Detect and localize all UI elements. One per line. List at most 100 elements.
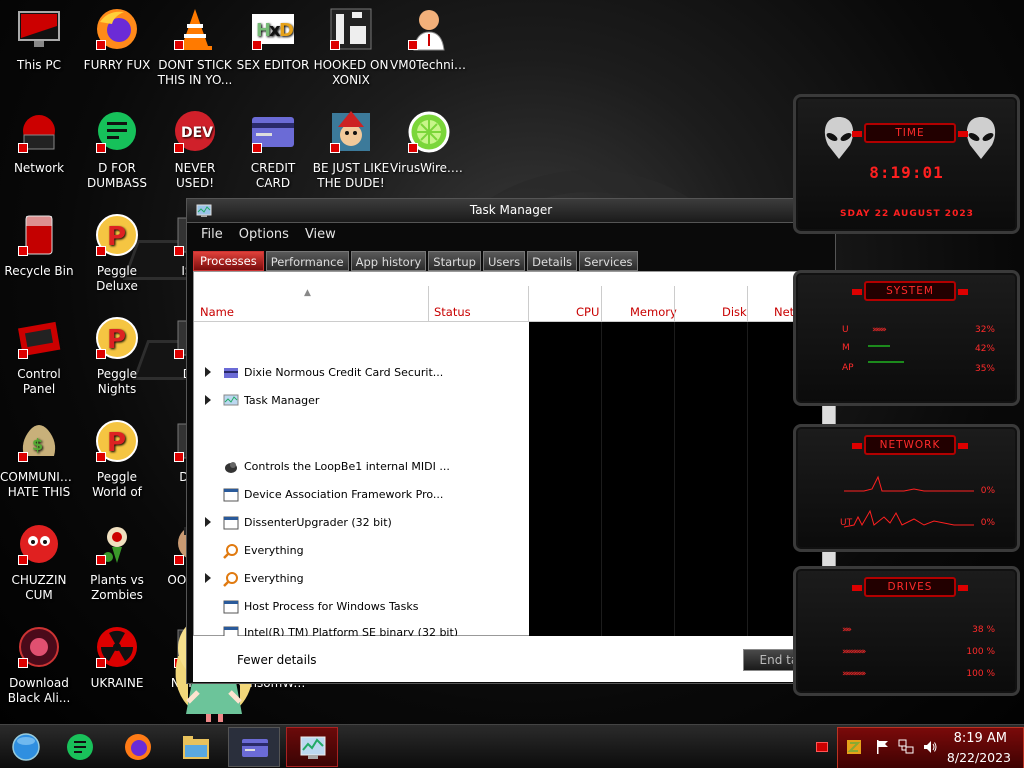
taskbar-firefox[interactable] [112, 727, 164, 767]
column-status[interactable]: Status [434, 305, 471, 319]
time-gadget[interactable]: TIME 8:19:01 SDAY 22 AUGUST 2023 [793, 94, 1020, 234]
taskbar-credit-card-checker[interactable] [228, 727, 280, 767]
mem-bar [868, 345, 890, 347]
grid-line [601, 322, 602, 636]
desktop-icon[interactable]: P Peggle Deluxe [78, 212, 156, 294]
volume-icon[interactable] [922, 739, 938, 755]
tab-services[interactable]: Services [579, 251, 638, 271]
task-manager-window[interactable]: Task Manager File Options View Processes… [186, 198, 836, 684]
menu-options[interactable]: Options [231, 225, 297, 245]
drives-gadget[interactable]: DRIVES ››››› ›››››››››››››› ››››››››››››… [793, 566, 1020, 696]
process-name: DissenterUpgrader (32 bit) [244, 516, 392, 529]
desktop-icon-label: VirusWire.exe [390, 161, 468, 175]
taskbar-file-explorer[interactable] [170, 727, 222, 767]
desktop-icon[interactable]: Recycle Bin [0, 212, 78, 279]
taskbar-discord[interactable] [54, 727, 106, 767]
column-separator[interactable] [674, 286, 675, 322]
expand-arrow-icon[interactable] [205, 367, 211, 377]
svg-text:$: $ [32, 435, 43, 454]
desktop-icon[interactable]: DEV NEVER USED! [156, 109, 234, 191]
desktop-icon[interactable]: $ COMMUNISTS HATE THIS G... [0, 418, 78, 500]
menu-view[interactable]: View [297, 225, 344, 245]
desktop-icon-label: D FOR DUMBASS [86, 161, 148, 190]
column-separator[interactable] [528, 286, 529, 322]
shortcut-arrow-icon [96, 452, 106, 462]
start-button[interactable] [0, 727, 52, 767]
tab-details[interactable]: Details [527, 251, 578, 271]
footer-bar: Fewer details End task [193, 636, 836, 682]
tray-app-icon[interactable] [846, 739, 862, 755]
process-row[interactable]: Device Association Framework Pro... [194, 484, 529, 506]
process-row[interactable]: Intel(R) TM) Platform SE binary (32 bit) [194, 622, 529, 636]
tab-performance[interactable]: Performance [265, 251, 349, 271]
swap-label: AP [842, 363, 854, 373]
menu-file[interactable]: File [193, 225, 231, 245]
network-icon[interactable] [898, 739, 914, 755]
shortcut-arrow-icon [18, 555, 28, 565]
process-row[interactable]: Controls the LoopBe1 internal MIDI ... [194, 456, 529, 478]
network-gadget[interactable]: NETWORK UT 0% 0% [793, 424, 1020, 552]
shortcut-arrow-icon [174, 246, 184, 256]
taskbar-task-manager[interactable] [286, 727, 338, 767]
desktop-icon[interactable]: CREDIT CARD CHECKER [234, 109, 312, 191]
tab-processes[interactable]: Processes [193, 251, 264, 271]
fewer-details-link[interactable]: Fewer details [237, 653, 317, 667]
show-hidden-icons-icon[interactable] [816, 742, 828, 752]
process-row[interactable]: Dixie Normous Credit Card Securit... [194, 362, 529, 384]
desktop-icon[interactable]: This PC [0, 6, 78, 73]
shortcut-arrow-icon [96, 246, 106, 256]
tab-startup[interactable]: Startup [428, 251, 481, 271]
process-row[interactable]: DissenterUpgrader (32 bit) [194, 512, 529, 534]
column-separator[interactable] [601, 286, 602, 322]
desktop-icon[interactable]: Control Panel [0, 315, 78, 397]
column-separator[interactable] [747, 286, 748, 322]
svg-text:D: D [279, 20, 294, 41]
process-row[interactable]: Everything [194, 568, 529, 590]
column-cpu[interactable]: CPU [576, 305, 599, 319]
shortcut-arrow-icon [18, 246, 28, 256]
process-row[interactable]: Task Manager [194, 390, 529, 412]
desktop-icon[interactable]: CHUZZIN CUM [0, 521, 78, 603]
tab-app-history[interactable]: App history [350, 251, 427, 271]
column-separator[interactable] [428, 286, 429, 322]
desktop-icon[interactable]: BE JUST LIKE THE DUDE! [312, 109, 390, 191]
expand-arrow-icon[interactable] [205, 517, 211, 527]
expand-arrow-icon[interactable] [205, 395, 211, 405]
desktop-icon[interactable]: VirusWire.exe [390, 109, 468, 176]
network-graph [844, 475, 974, 528]
desktop-icon[interactable]: Download Black Ali... [0, 624, 78, 706]
desktop-icon[interactable]: D FOR DUMBASS [78, 109, 156, 191]
desktop-icon[interactable]: DONT STICK THIS IN YO... [156, 6, 234, 88]
shortcut-arrow-icon [96, 40, 106, 50]
tab-users[interactable]: Users [482, 251, 526, 271]
column-disk[interactable]: Disk [722, 305, 747, 319]
shortcut-arrow-icon [18, 143, 28, 153]
taskbar-clock-time[interactable]: 8:19 AM [954, 731, 1007, 746]
system-gadget[interactable]: SYSTEM U M AP ›››››››› 32% 42% 35% [793, 270, 1020, 406]
desktop-icon[interactable]: Plants vs Zombies [78, 521, 156, 603]
plant-icon [94, 521, 140, 567]
window-icon [223, 515, 239, 531]
process-row[interactable]: Host Process for Windows Tasks [194, 596, 529, 618]
title-bar[interactable]: Task Manager [187, 199, 835, 223]
desktop-icon[interactable]: HOOKED ON XONIX [312, 6, 390, 88]
flag-icon[interactable] [874, 739, 890, 755]
desktop-icon[interactable]: FURRY FUX [78, 6, 156, 73]
process-row[interactable]: Everything [194, 540, 529, 562]
system-tray: 8:19 AM 8/22/2023 [837, 727, 1024, 768]
shortcut-arrow-icon [252, 40, 262, 50]
process-list: Dixie Normous Credit Card Securit... Task… [194, 322, 529, 636]
desktop-icon[interactable]: UKRAINE [78, 624, 156, 691]
column-memory[interactable]: Memory [630, 305, 677, 319]
desktop-icon[interactable]: Network [0, 109, 78, 176]
desktop-icon[interactable]: P Peggle Nights Deluxe [78, 315, 156, 397]
desktop-icon[interactable]: Hx D SEX EDITOR [234, 6, 312, 73]
column-name[interactable]: Name [200, 305, 234, 319]
desktop-icon[interactable]: P Peggle World of Warcraft ... [78, 418, 156, 500]
vlc-cone-icon [172, 6, 218, 52]
expand-arrow-icon[interactable] [205, 573, 211, 583]
task-manager-icon [300, 736, 326, 759]
taskbar-clock-date[interactable]: 8/22/2023 [947, 750, 1011, 765]
desktop-icon[interactable]: VM0Technic... [390, 6, 468, 73]
desktop-icon-label: FURRY FUX [83, 58, 151, 72]
